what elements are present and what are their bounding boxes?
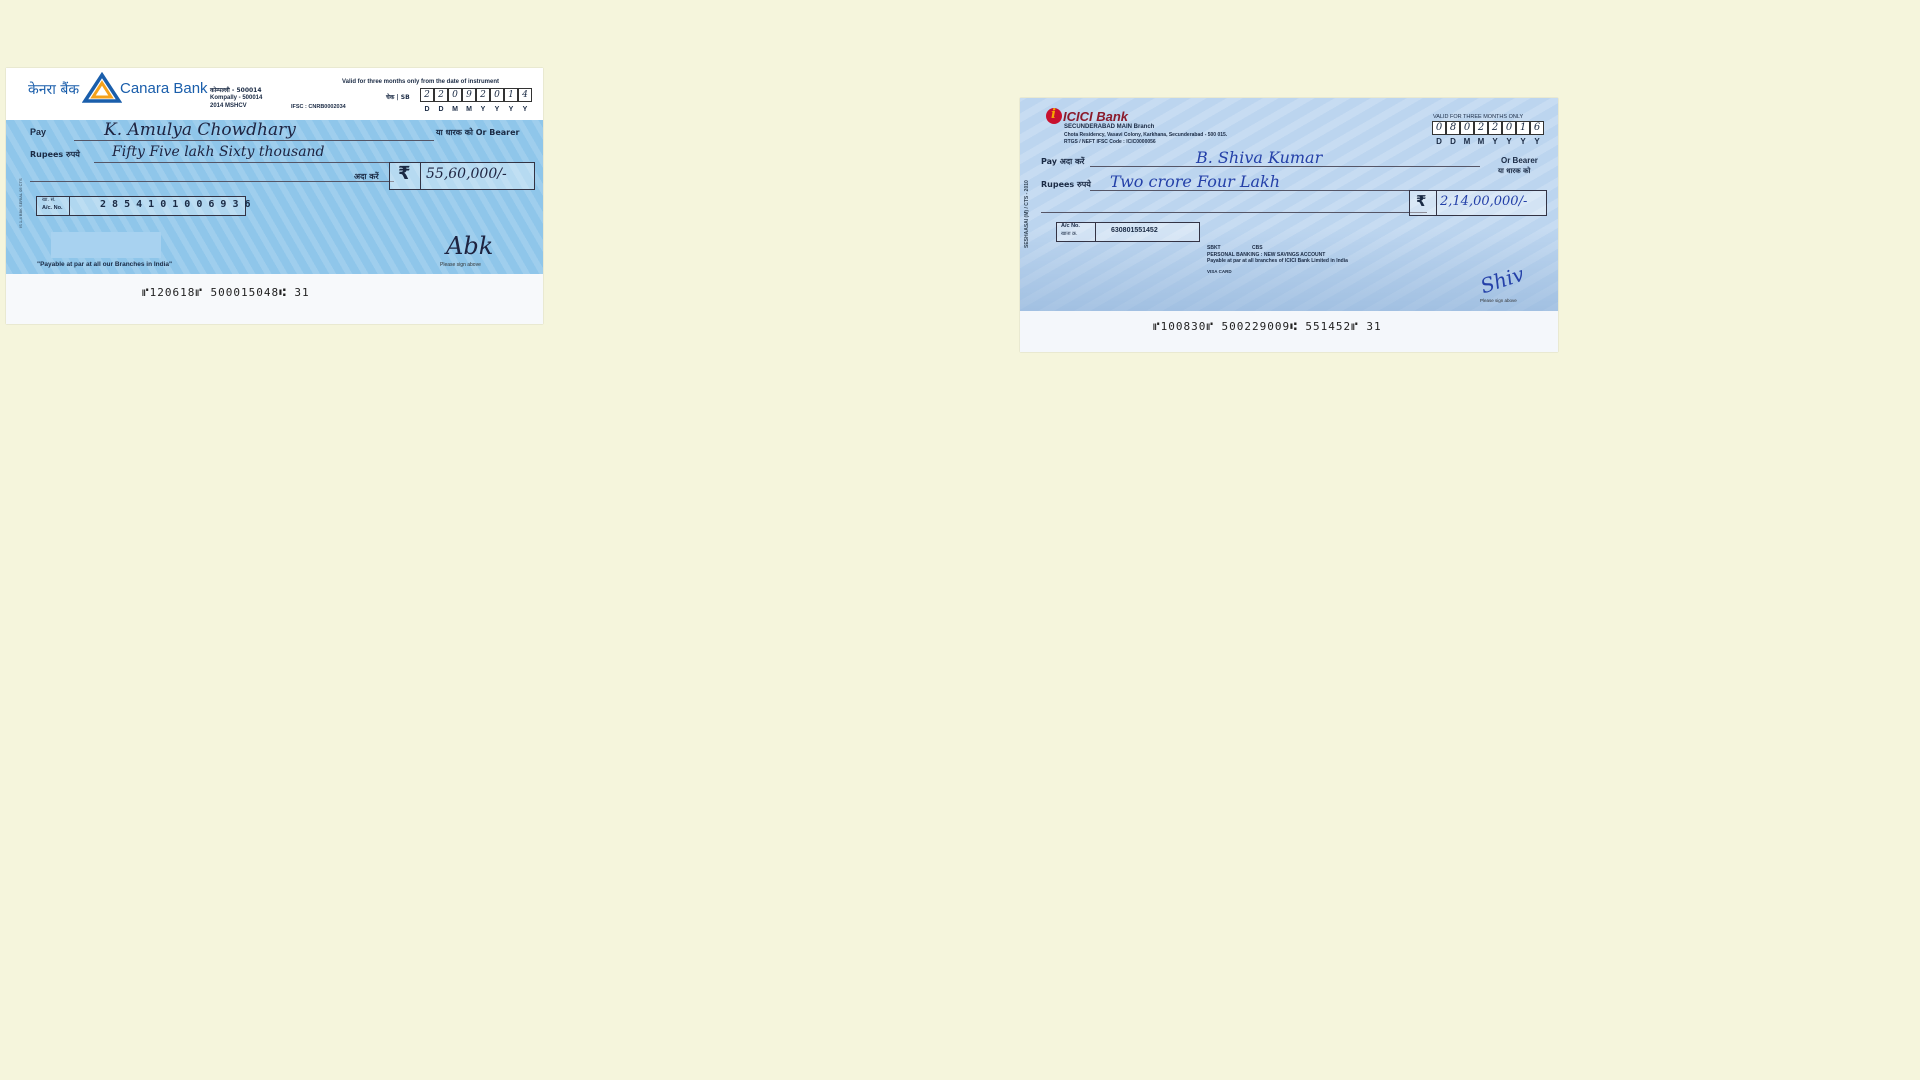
date-digit-box: 2 [1488,121,1502,135]
branch-code: 2014 MSHCV [210,103,247,109]
date-digit-box: 9 [462,88,476,102]
payee-name: B. Shiva Kumar [1196,148,1323,167]
date-digit-box: 0 [448,88,462,102]
date-digit-box: 4 [518,88,532,102]
visa-note: VISA CARD [1207,269,1232,274]
bearer-label: Or Bearer [1501,156,1538,165]
account-number: 630801551452 [1111,227,1158,234]
date-format-letter: Y [508,106,514,113]
date-format-letter: Y [480,106,486,113]
validity-note: Valid for three months only from the dat… [342,79,500,85]
date-format-letters: DDMMYYYY [1432,137,1544,146]
canara-bank-cheque: केनरा बैंक Canara Bank कोम्पल्ली - 50001… [6,68,543,324]
amount-in-figures: 2,14,00,000/- [1440,194,1528,209]
date-digit-box: 1 [1516,121,1530,135]
date-prefix: चेक | SB [386,94,410,101]
date-format-letter: Y [522,106,528,113]
acno-label: A/c. No. [42,205,63,211]
pay-label: Pay [30,127,47,137]
date-digit-box: 2 [1474,121,1488,135]
payee-name: K. Amulya Chowdhary [104,120,296,140]
date-format-letter: M [1463,137,1471,146]
bearer-label: या धारक को Or Bearer [436,128,520,137]
account-divider [69,196,70,216]
date-digit-box: 0 [1460,121,1474,135]
pay-line [1090,166,1480,167]
micr-strip [6,274,543,324]
side-print: SESHAASAI (M) / CTS - 2010 [1024,180,1030,248]
date-format-letter: M [1477,137,1485,146]
date-format-letter: M [466,106,472,113]
rupee-symbol: ₹ [1416,192,1427,210]
date-format-letter: Y [494,106,500,113]
validity-note: VALID FOR THREE MONTHS ONLY [1433,114,1524,120]
account-divider [1095,222,1096,242]
branch-name: SECUNDERABAD MAIN Branch [1064,124,1155,130]
date-format-letter: Y [1534,137,1540,146]
icici-logo-letter: i [1051,107,1056,122]
amount-in-words: Fifty Five lakh Sixty thousand [112,144,325,160]
account-code-1: SBKT [1207,245,1221,251]
branch-address: Chota Residency, Vasavi Colony, Karkhana… [1064,132,1228,138]
amount-in-words: Two crore Four Lakh [1110,172,1281,191]
micr-code: ⑈100830⑈ 500229009⑆ 551452⑈ 31 [1153,320,1382,333]
date-format-letters: DDMMYYYY [420,106,532,113]
rupees-label: Rupees रुपये [30,150,80,159]
date-format-letter: Y [1520,137,1526,146]
canara-logo-hindi: केनरा बैंक [28,82,80,98]
bearer-label-hindi: या धारक को [1498,167,1531,175]
date-digit-box: 1 [504,88,518,102]
payable-note: "Payable at par at all our Branches in I… [37,261,173,268]
acno-label-hindi: खाता क्र. [1061,231,1078,237]
redacted-area [51,232,161,258]
date-format-letter: D [1436,137,1442,146]
date-digit-box: 2 [476,88,490,102]
sign-note: Please sign above [1480,298,1517,303]
date-format-letter: Y [1506,137,1512,146]
date-format-letter: Y [1492,137,1498,146]
icici-logo-text: ICICI Bank [1063,109,1129,124]
sign-note: Please sign above [440,262,481,268]
account-code-2: CBS [1252,245,1263,251]
date-digit-box: 0 [1502,121,1516,135]
date-digit-box: 2 [420,88,434,102]
branch-name: Kompally - 500014 [210,95,263,101]
amount-divider [420,162,421,190]
date-format-letter: M [452,106,458,113]
date-digit-box: 0 [1432,121,1446,135]
date-format-letter: D [424,106,430,113]
acno-label-hindi: खा. सं. [42,197,56,203]
icici-bank-cheque: i ICICI Bank SECUNDERABAD MAIN Branch Ch… [1020,98,1558,352]
amount-in-figures: 55,60,000/- [426,166,507,182]
rupees-line-2 [1041,212,1427,213]
date-digit-box: 2 [434,88,448,102]
date-boxes: 08022016 [1432,121,1544,135]
date-format-letter: D [1450,137,1456,146]
date-digit-box: 8 [1446,121,1460,135]
canara-logo-english: Canara Bank [120,80,208,97]
date-digit-box: 0 [490,88,504,102]
rupee-symbol: ₹ [398,163,411,184]
signature: Abk [446,232,494,260]
pay-label: Pay अदा करें [1041,157,1085,166]
ada-kare-label: अदा करें [354,172,379,181]
acno-label: A/c No. [1061,223,1080,229]
side-print: IS 1-4 BBK SERIAL 05 CTS [18,178,23,228]
amount-divider [1436,190,1437,216]
rupees-line-2 [30,181,394,182]
ifsc-code: IFSC : CNRB0002034 [291,104,346,110]
date-format-letter: D [438,106,444,113]
canara-triangle-logo-icon [82,72,122,103]
branch-hindi: कोम्पल्ली - 500014 [210,87,262,94]
pay-line [74,140,434,141]
date-digit-box: 6 [1530,121,1544,135]
rupees-label: Rupees रुपये [1041,180,1091,189]
account-number: 2 8 5 4 1 0 1 0 0 6 9 3 6 [100,199,251,210]
date-boxes: 22092014 [420,88,532,102]
ifsc-code: RTGS / NEFT IFSC Code : ICIC0000056 [1064,139,1156,145]
micr-code: ⑈120618⑈ 500015048⑆ 31 [142,286,310,299]
payable-note: Payable at par at all branches of ICICI … [1207,258,1348,264]
